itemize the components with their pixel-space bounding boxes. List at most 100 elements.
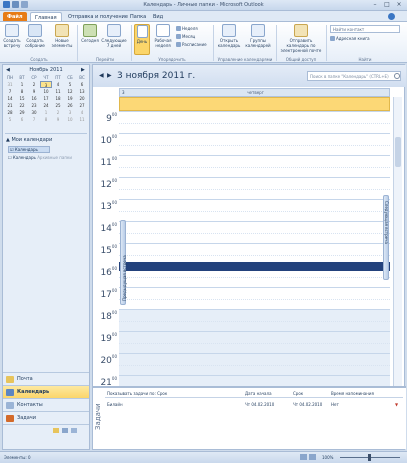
minical-day[interactable]: 7 [4,88,16,95]
minical-day[interactable]: 17 [40,95,52,102]
next-day-icon[interactable]: ▶ [107,72,112,79]
minical-day[interactable]: 14 [4,95,16,102]
folder-icon[interactable] [53,428,59,433]
minical-day[interactable]: 15 [16,95,28,102]
hour-slot[interactable] [119,133,390,155]
minical-day[interactable]: 8 [40,116,52,123]
calendar-search-input[interactable]: Поиск в папке "Календарь" (CTRL+E) [307,71,401,81]
minical-day[interactable]: 30 [28,109,40,116]
open-calendar-button[interactable]: Открыть календарь [216,24,242,48]
minical-day[interactable]: 11 [52,88,64,95]
minical-day[interactable]: 19 [64,95,76,102]
minical-day[interactable]: 25 [52,102,64,109]
notes-icon[interactable] [62,428,68,433]
minical-day[interactable]: 28 [4,109,16,116]
minical-day[interactable]: 29 [16,109,28,116]
selected-time-slot[interactable] [119,262,390,271]
schedule-button[interactable]: Расписание [176,42,207,48]
hour-slot[interactable] [119,331,390,353]
minical-day[interactable]: 1 [16,81,28,88]
task-col-header[interactable]: Показывать задачи по: Срок [107,391,167,396]
hour-slot[interactable] [119,111,390,133]
hour-slot[interactable] [119,221,390,243]
minical-day[interactable]: 12 [64,88,76,95]
minical-day[interactable]: 13 [76,88,88,95]
minical-day[interactable]: 5 [4,116,16,123]
task-col-header[interactable]: Срок [293,391,303,396]
nav-calendar[interactable]: Календарь [3,385,89,398]
new-appointment-button[interactable]: Создать встречу [2,24,22,48]
nav-tasks[interactable]: Задачи [3,411,89,424]
minical-day[interactable]: 2 [52,109,64,116]
calendar-folder-item[interactable]: ☑ Календарь [8,146,50,153]
minical-day[interactable]: 9 [52,116,64,123]
search-icon[interactable] [394,73,400,79]
minical-day[interactable]: 4 [76,109,88,116]
nav-contacts[interactable]: Контакты [3,398,89,411]
task-row[interactable]: Билайн Чт 04.02.2010 Чт 04.02.2010 Нет ▼ [105,402,403,410]
minical-day[interactable]: 11 [76,116,88,123]
minical-next-icon[interactable]: ▶ [81,67,85,73]
today-button[interactable]: Сегодня [80,24,100,43]
hour-slot[interactable] [119,177,390,199]
hour-slot[interactable] [119,353,390,375]
task-col-header[interactable]: Время напоминания [331,391,374,396]
scrollbar-thumb[interactable] [395,137,401,167]
minical-day[interactable]: 7 [28,116,40,123]
calendar-groups-button[interactable]: Группы календарей [245,24,271,48]
minical-day[interactable]: 3 [40,81,52,88]
send-calendar-button[interactable]: Отправить календарь по электронной почте [279,24,323,53]
minical-day[interactable]: 18 [52,95,64,102]
next-appointment-button[interactable]: Следующая встреча [383,195,389,280]
help-icon[interactable] [388,13,395,20]
address-book-button[interactable]: Адресная книга [330,36,370,42]
minical-day[interactable]: 21 [4,102,16,109]
normal-view-icon[interactable] [300,454,307,460]
minical-day[interactable]: 23 [28,102,40,109]
minical-day[interactable]: 10 [64,116,76,123]
previous-appointment-button[interactable]: Предыдущая встреча [120,220,127,305]
archive-calendar-item[interactable]: ☐ Календарь Архивные папки [8,155,72,160]
week-button[interactable]: Неделя [176,26,198,32]
minical-day[interactable]: 24 [40,102,52,109]
minical-day[interactable]: 26 [64,102,76,109]
minical-day[interactable]: 10 [40,88,52,95]
minical-day[interactable]: 3 [64,109,76,116]
minical-day[interactable]: 2 [28,81,40,88]
minical-day[interactable]: 4 [52,81,64,88]
prev-day-icon[interactable]: ◀ [99,72,104,79]
day-view-button[interactable]: День [134,24,150,55]
task-col-header[interactable]: Дата начала [245,391,272,396]
flag-icon[interactable]: ▼ [395,402,398,407]
minical-day[interactable]: 31 [4,81,16,88]
reading-view-icon[interactable] [309,454,316,460]
minical-day[interactable]: 8 [16,88,28,95]
month-button[interactable]: Месяц [176,34,195,40]
minical-day[interactable]: 5 [64,81,76,88]
hour-slot[interactable] [119,199,390,221]
new-items-button[interactable]: Новые элементы [49,24,75,48]
close-icon[interactable]: × [394,1,404,8]
new-meeting-button[interactable]: Создать собрание [24,24,46,48]
minical-day[interactable]: 22 [16,102,28,109]
zoom-slider-handle[interactable] [368,454,371,461]
nav-mail[interactable]: Почта [3,372,89,385]
minical-day[interactable]: 9 [28,88,40,95]
minical-day[interactable]: 6 [76,81,88,88]
day-header[interactable]: 3 четверг [119,88,390,97]
minical-day[interactable]: 16 [28,95,40,102]
minical-day[interactable]: 6 [16,116,28,123]
minical-day[interactable]: 27 [76,102,88,109]
maximize-icon[interactable]: □ [382,1,392,8]
minical-day[interactable]: 20 [76,95,88,102]
vertical-scrollbar[interactable] [393,97,402,387]
hour-slot[interactable] [119,155,390,177]
minimize-icon[interactable]: – [370,1,380,8]
my-calendars-header[interactable]: ▲ Мои календари [6,137,52,143]
minical-day[interactable]: 1 [40,109,52,116]
configure-icon[interactable] [71,428,77,433]
next-7-days-button[interactable]: Следующие 7 дней [101,24,127,48]
find-contact-input[interactable]: Найти контакт [330,25,400,33]
hour-slot[interactable] [119,309,390,331]
hour-slot[interactable] [119,287,390,309]
